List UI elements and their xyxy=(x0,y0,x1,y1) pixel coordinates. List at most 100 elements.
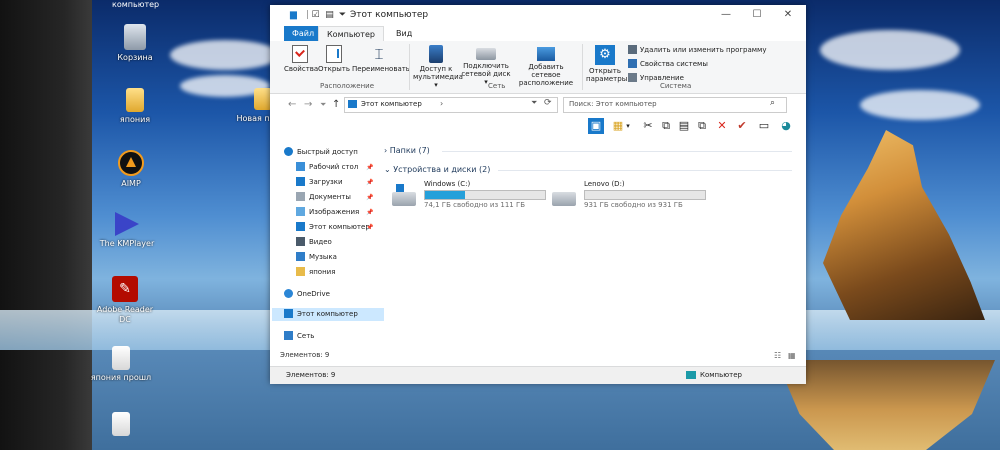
desktop-icon-japan-old[interactable]: япония прошл xyxy=(86,346,156,383)
desktop-icon-recycle-bin[interactable]: Корзина xyxy=(100,24,170,63)
desktop-icon-file[interactable] xyxy=(86,412,156,436)
drive-d[interactable]: Lenovo (D:) 931 ГБ свободно из 931 ГБ xyxy=(552,180,712,214)
search-input[interactable]: Поиск: Этот компьютер ⌕ xyxy=(563,97,787,113)
window-title: Этот компьютер xyxy=(350,10,429,20)
document-icon xyxy=(112,346,130,370)
nav-documents[interactable]: Документы xyxy=(296,191,351,204)
nav-network[interactable]: Сеть xyxy=(284,330,314,343)
ribbon: Свойства Открыть ⌶ Переименовать Располо… xyxy=(270,41,806,94)
back-arrow-icon[interactable]: ← xyxy=(288,99,296,110)
network-location-icon xyxy=(537,47,555,61)
open-icon xyxy=(326,45,342,63)
copy-to-icon[interactable]: ⧉ xyxy=(694,118,710,134)
music-icon xyxy=(296,252,305,261)
desktop-icon-japan-folder[interactable]: япония xyxy=(100,88,170,125)
properties-button[interactable]: Свойства xyxy=(284,43,318,73)
title-bar[interactable]: ▆ | ☑ ▤ ⏷ Этот компьютер — ☐ ✕ xyxy=(270,5,806,25)
nav-this-pc[interactable]: Этот компьютер xyxy=(272,308,384,321)
checkmark-icon[interactable]: ✔ xyxy=(734,118,750,134)
computer-icon xyxy=(296,222,305,231)
maximize-button[interactable]: ☐ xyxy=(742,7,772,23)
tab-file[interactable]: Файл xyxy=(284,26,323,41)
tab-view[interactable]: Вид xyxy=(388,26,420,41)
rename-icon: ⌶ xyxy=(374,45,384,63)
search-icon: ⌕ xyxy=(770,98,776,108)
nav-downloads[interactable]: Загрузки xyxy=(296,176,343,189)
customize-chevron-icon[interactable]: ⏷ xyxy=(337,10,348,21)
address-field[interactable]: Этот компьютер › ⏷ ⟳ xyxy=(344,97,558,113)
new-folder-icon[interactable]: ▤ xyxy=(324,10,335,21)
cut-icon[interactable]: ✂ xyxy=(640,118,656,134)
monitor-bezel xyxy=(0,0,92,450)
preview-pane-icon[interactable]: ▣ xyxy=(588,118,604,134)
recent-chevron-icon[interactable]: ⏷ xyxy=(320,100,326,110)
rename-button[interactable]: ⌶ Переименовать xyxy=(352,43,410,73)
file-explorer-window: ▆ | ☑ ▤ ⏷ Этот компьютер — ☐ ✕ Файл Комп… xyxy=(270,5,806,384)
paste-icon[interactable]: ▤ xyxy=(676,118,692,134)
desktop-icon-kmplayer[interactable]: The KMPlayer xyxy=(92,212,162,249)
computer-icon xyxy=(284,309,293,318)
media-access-button[interactable]: Доступ к мультимедиа ▾ xyxy=(413,43,463,89)
desktop-icon-aimp[interactable]: AIMP xyxy=(96,150,166,189)
cloud xyxy=(170,40,280,70)
nav-videos[interactable]: Видео xyxy=(296,236,332,249)
forward-arrow-icon[interactable]: → xyxy=(304,99,312,110)
section-divider xyxy=(442,151,792,152)
open-settings-button[interactable]: ⚙ Открыть параметры xyxy=(586,43,627,83)
document-icon xyxy=(112,412,130,436)
add-network-location-button[interactable]: Добавить сетевое расположение xyxy=(514,43,578,87)
delete-icon[interactable]: ✕ xyxy=(714,118,730,134)
nav-onedrive[interactable]: OneDrive xyxy=(284,288,330,301)
up-arrow-icon[interactable]: ↑ xyxy=(332,99,340,110)
tiles-view-icon[interactable]: ▦ xyxy=(788,351,796,360)
nav-japan-folder[interactable]: япония xyxy=(296,266,335,279)
recycle-bin-icon xyxy=(124,24,146,50)
rename-small-icon[interactable]: ▭ xyxy=(756,118,772,134)
star-icon xyxy=(284,147,293,156)
computer-icon: ▆ xyxy=(290,10,297,20)
desktop-icon-adobe-reader[interactable]: ✎ Adobe Reader DC xyxy=(90,276,160,325)
video-icon xyxy=(296,237,305,246)
close-button[interactable]: ✕ xyxy=(773,7,803,23)
pane-item-count: Элементов: 9 xyxy=(280,351,330,359)
uninstall-program-button[interactable]: Удалить или изменить программу xyxy=(628,45,766,54)
system-properties-button[interactable]: Свойства системы xyxy=(628,59,708,68)
refresh-icon[interactable]: ⟳ xyxy=(544,98,552,108)
network-drive-icon xyxy=(476,48,496,60)
windows-drive-icon xyxy=(392,184,416,206)
manage-button[interactable]: Управление xyxy=(628,73,684,82)
breadcrumb-chevron-icon: › xyxy=(440,99,444,108)
devices-section-header[interactable]: ⌄ Устройства и диски (2) xyxy=(384,165,490,174)
properties-icon[interactable]: ☑ xyxy=(310,10,321,21)
network-icon xyxy=(284,331,293,340)
nav-music[interactable]: Музыка xyxy=(296,251,337,264)
layout-chevron-icon[interactable]: ▾ xyxy=(624,118,632,134)
nav-pictures[interactable]: Изображения xyxy=(296,206,359,219)
minimize-button[interactable]: — xyxy=(711,7,741,23)
uninstall-icon xyxy=(628,45,637,54)
folder-icon xyxy=(126,88,144,112)
kmplayer-icon xyxy=(112,212,142,236)
navigation-pane: Быстрый доступ Рабочий стол 📌 Загрузки 📌… xyxy=(270,140,384,350)
pictures-icon xyxy=(296,207,305,216)
nav-this-pc-quick[interactable]: Этот компьютер xyxy=(296,221,370,234)
group-label-system: Система xyxy=(660,82,692,90)
address-bar-row: ← → ⏷ ↑ Этот компьютер › ⏷ ⟳ Поиск: Этот… xyxy=(270,94,806,116)
pin-icon: 📌 xyxy=(366,164,374,171)
globe-icon[interactable]: ◕ xyxy=(778,118,794,134)
drive-c[interactable]: Windows (C:) 74,1 ГБ свободно из 111 ГБ xyxy=(392,180,552,214)
details-view-icon[interactable]: ☷ xyxy=(774,351,781,360)
history-chevron-icon[interactable]: ⏷ xyxy=(531,98,537,108)
drive-c-usage-fill xyxy=(425,191,465,199)
open-button[interactable]: Открыть xyxy=(318,43,350,73)
copy-icon[interactable]: ⧉ xyxy=(658,118,674,134)
computer-icon xyxy=(348,100,357,108)
documents-icon xyxy=(296,192,305,201)
checklist-icon xyxy=(292,45,308,63)
aimp-icon xyxy=(118,150,144,176)
map-network-drive-button[interactable]: Подключить сетевой диск ▾ xyxy=(461,43,511,86)
download-arrow-icon xyxy=(296,177,305,186)
nav-desktop[interactable]: Рабочий стол xyxy=(296,161,358,174)
folders-section-header[interactable]: › Папки (7) xyxy=(384,146,430,155)
nav-quick-access[interactable]: Быстрый доступ xyxy=(284,146,358,159)
